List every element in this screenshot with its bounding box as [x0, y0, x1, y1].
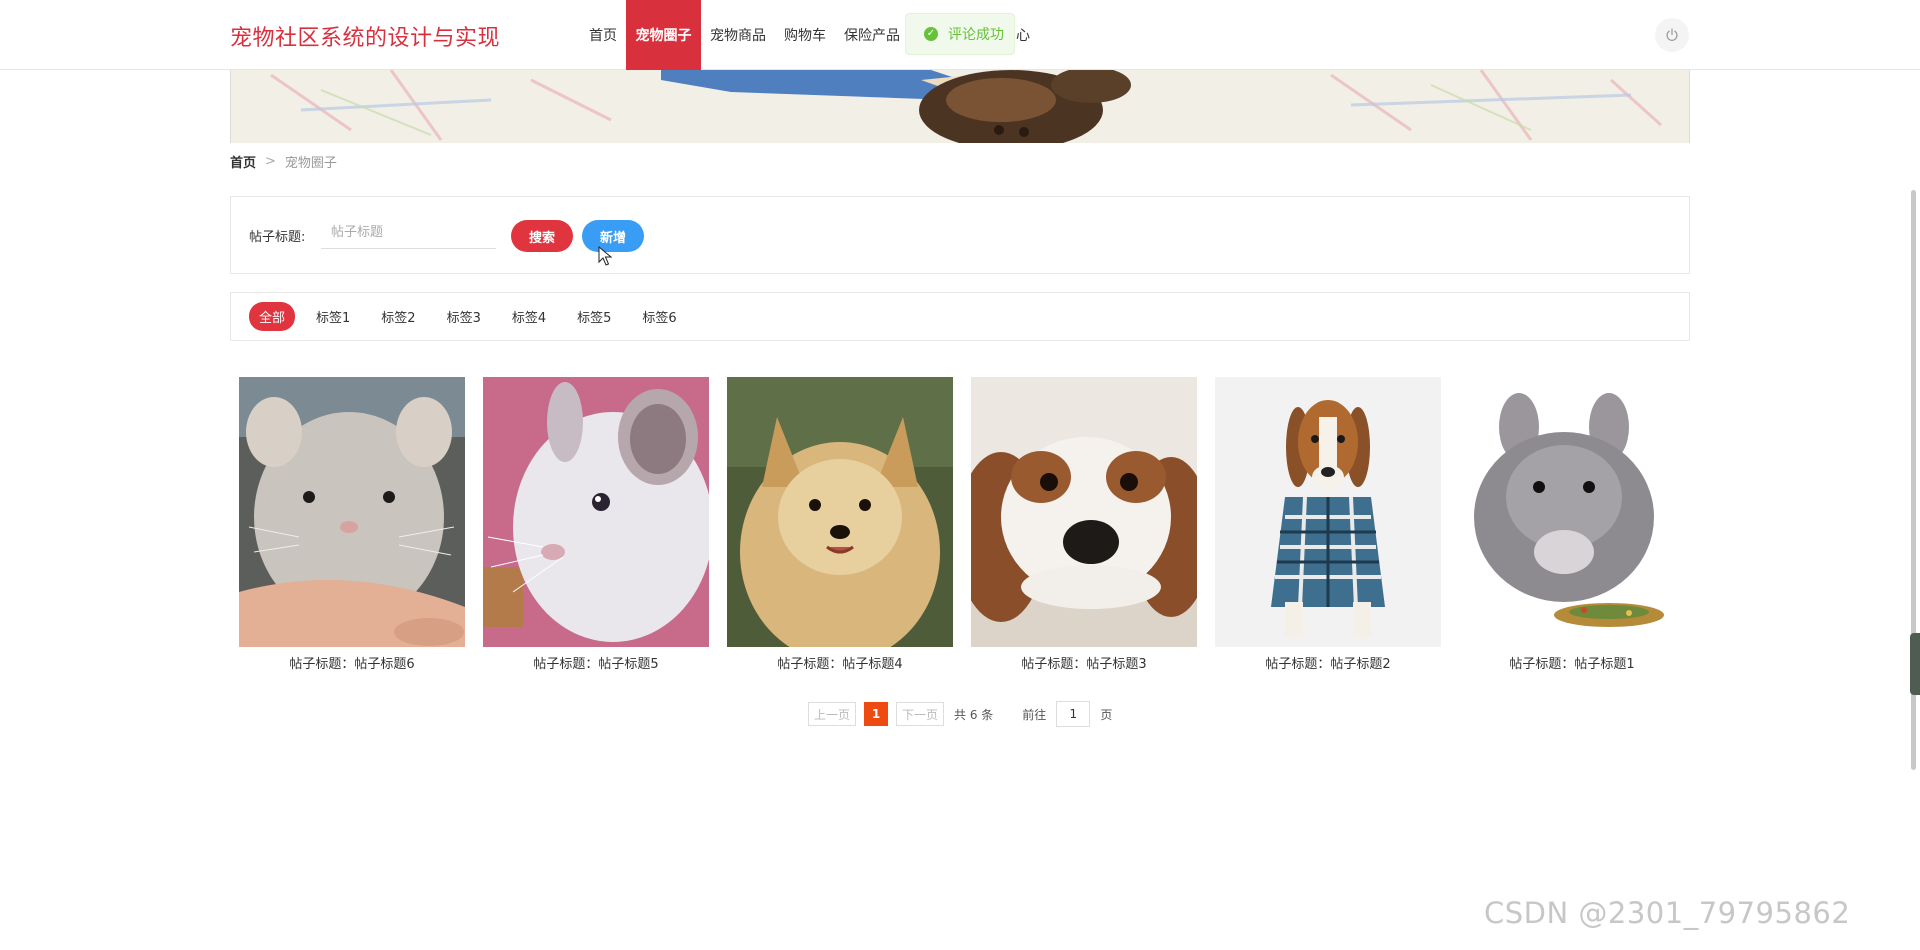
side-float-widget[interactable]: [1910, 633, 1920, 695]
breadcrumb-home-link[interactable]: 首页: [230, 152, 256, 171]
post-grid: 帖子标题：帖子标题6 帖子标题：帖子标题5 帖子标题：帖子标题4 帖子标题：帖子…: [230, 377, 1690, 677]
search-button[interactable]: 搜索: [511, 220, 573, 252]
banner-illustration: [231, 70, 1689, 143]
site-title: 宠物社区系统的设计与实现: [230, 26, 501, 51]
logout-button[interactable]: [1655, 18, 1689, 52]
page-suffix: 页: [1100, 707, 1113, 722]
post-image-chinchilla-in-hand[interactable]: [239, 377, 465, 647]
post-title-search-input[interactable]: [321, 217, 496, 249]
post-card[interactable]: 帖子标题：帖子标题2: [1215, 377, 1441, 672]
top-header: 宠物社区系统的设计与实现 首页 宠物圈子 宠物商品 购物车 保险产品 人中心 ✓…: [0, 0, 1920, 70]
banner-image: [230, 70, 1690, 143]
post-card[interactable]: 帖子标题：帖子标题1: [1459, 377, 1685, 672]
page-number-current[interactable]: 1: [864, 702, 889, 726]
add-post-button[interactable]: 新增: [582, 220, 644, 252]
breadcrumb: 首页 > 宠物圈子: [230, 152, 337, 171]
watermark: CSDN @2301_79795862: [1484, 896, 1851, 930]
prev-page-button[interactable]: 上一页: [808, 702, 857, 726]
post-title[interactable]: 帖子标题：帖子标题5: [483, 653, 709, 672]
next-page-button[interactable]: 下一页: [896, 702, 945, 726]
post-image-white-chinchilla-pink-background[interactable]: [483, 377, 709, 647]
check-circle-icon: ✓: [924, 27, 938, 41]
tag-4[interactable]: 标签4: [502, 302, 556, 331]
post-title[interactable]: 帖子标题：帖子标题6: [239, 653, 465, 672]
tag-6[interactable]: 标签6: [632, 302, 686, 331]
tag-2[interactable]: 标签2: [371, 302, 425, 331]
success-toast: ✓ 评论成功: [905, 13, 1015, 55]
post-image-beagle-in-plaid-shirt[interactable]: [1215, 377, 1441, 647]
goto-label: 前往: [1022, 707, 1047, 722]
tag-filter-bar: 全部 标签1 标签2 标签3 标签4 标签5 标签6: [230, 292, 1690, 341]
post-title[interactable]: 帖子标题：帖子标题4: [727, 653, 953, 672]
tag-all[interactable]: 全部: [249, 302, 296, 331]
nav-item-home[interactable]: 首页: [580, 0, 626, 70]
post-title[interactable]: 帖子标题：帖子标题1: [1459, 653, 1685, 672]
nav-item-pet-circle[interactable]: 宠物圈子: [626, 0, 701, 70]
search-panel: 帖子标题: 搜索 新增: [230, 196, 1690, 274]
nav-item-insurance[interactable]: 保险产品: [835, 0, 909, 70]
post-card[interactable]: 帖子标题：帖子标题5: [483, 377, 709, 672]
tag-3[interactable]: 标签3: [437, 302, 491, 331]
nav-item-pet-products[interactable]: 宠物商品: [701, 0, 775, 70]
post-image-pomeranian-dog[interactable]: [727, 377, 953, 647]
post-card[interactable]: 帖子标题：帖子标题6: [239, 377, 465, 672]
total-count: 共 6 条: [954, 707, 994, 722]
post-image-grey-chinchilla-with-seeds[interactable]: [1459, 377, 1685, 647]
tag-5[interactable]: 标签5: [567, 302, 621, 331]
nav-item-cart[interactable]: 购物车: [775, 0, 835, 70]
power-icon: [1666, 28, 1678, 41]
mouse-cursor-icon: [598, 246, 612, 266]
breadcrumb-current: 宠物圈子: [284, 156, 337, 171]
post-card[interactable]: 帖子标题：帖子标题4: [727, 377, 953, 672]
toast-message: 评论成功: [948, 27, 1004, 43]
pagination: 上一页 1 下一页 共 6 条 前往 页: [808, 701, 1112, 727]
tag-1[interactable]: 标签1: [306, 302, 360, 331]
post-title[interactable]: 帖子标题：帖子标题2: [1215, 653, 1441, 672]
post-card[interactable]: 帖子标题：帖子标题3: [971, 377, 1197, 672]
search-label: 帖子标题:: [249, 230, 306, 245]
post-image-spaniel-puppy-lying[interactable]: [971, 377, 1197, 647]
goto-page-input[interactable]: [1056, 701, 1091, 727]
post-title[interactable]: 帖子标题：帖子标题3: [971, 653, 1197, 672]
breadcrumb-separator: >: [265, 154, 276, 169]
